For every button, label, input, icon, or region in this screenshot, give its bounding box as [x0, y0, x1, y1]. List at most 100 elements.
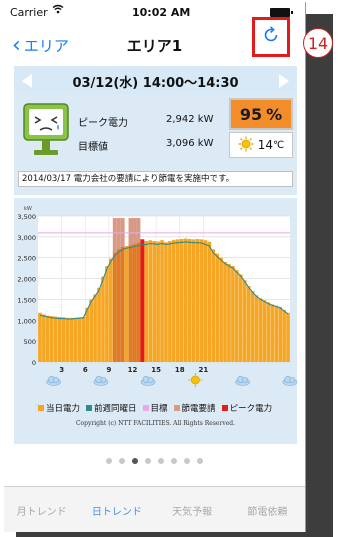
bar: [61, 317, 66, 362]
bar: [65, 317, 70, 362]
legend-swatch: [142, 405, 149, 411]
legend-item: 当日電力: [38, 402, 80, 414]
y-tick-label: 2,000: [17, 276, 36, 284]
legend-swatch: [38, 405, 44, 411]
bar: [172, 239, 176, 362]
chart-panel: 0 500 1,000 1,500 2,000 2,500 3,000 3,500 3 6 9 12 1…: [14, 198, 298, 444]
page-dot[interactable]: [197, 458, 203, 464]
bar: [132, 243, 137, 362]
bar: [242, 280, 247, 362]
bar: [211, 249, 216, 362]
bar: [183, 238, 188, 362]
page-dot[interactable]: [184, 458, 190, 464]
bar: [262, 300, 267, 362]
bar: [286, 312, 290, 362]
tab-weather-forecast[interactable]: 天気予報: [155, 503, 230, 518]
date-range: 03/12(水) 14:00～14:30: [72, 76, 239, 91]
legend-label: ピーク電力: [229, 404, 273, 414]
monitor-mascot-icon: [22, 102, 72, 168]
bar: [219, 257, 223, 362]
bar: [199, 239, 204, 362]
bar: [254, 295, 259, 362]
cloud-icon: [282, 376, 298, 386]
page-dot[interactable]: [106, 458, 112, 464]
y-tick-label: 500: [24, 338, 36, 346]
bar: [235, 270, 239, 362]
bar: [101, 276, 105, 362]
page-indicator[interactable]: [4, 458, 305, 464]
power-saving-notice: 2014/03/17 電力会社の要請により節電を実施中です。: [18, 171, 293, 187]
bar: [160, 240, 164, 362]
bar: [38, 312, 42, 362]
tab-power-saving-request[interactable]: 節電依頼: [230, 503, 305, 518]
y-tick-label: 1,500: [17, 296, 36, 304]
bar: [57, 316, 62, 362]
y-tick-label: 3,000: [17, 234, 36, 242]
refresh-icon: [261, 25, 281, 49]
bar: [246, 286, 251, 362]
bar: [195, 238, 200, 362]
y-tick-label: 3,500: [17, 213, 36, 221]
bar: [215, 253, 219, 362]
legend-item: 目標: [142, 402, 168, 414]
bar: [124, 246, 129, 362]
bar: [109, 258, 113, 362]
date-bar: 03/12(水) 14:00～14:30: [14, 66, 297, 95]
y-tick-label: 1,000: [17, 317, 36, 325]
bar: [112, 252, 117, 362]
x-tick-label: 18: [175, 366, 185, 374]
wifi-icon: [52, 4, 64, 17]
bar: [270, 304, 275, 362]
status-time: 10:02 AM: [132, 6, 191, 19]
bar: [89, 299, 93, 362]
tab-daily-trend[interactable]: 日トレンド: [79, 503, 154, 518]
bar: [152, 241, 156, 362]
peak-bar: [140, 239, 145, 362]
legend-label: 目標: [150, 404, 168, 414]
refresh-button[interactable]: [252, 17, 290, 57]
bar: [175, 239, 180, 362]
legend-item: 前週同曜日: [86, 402, 137, 414]
page-dot[interactable]: [119, 458, 125, 464]
page-dot[interactable]: [145, 458, 151, 464]
bar: [128, 245, 133, 362]
bar: [49, 316, 54, 362]
x-tick-label: 15: [151, 366, 161, 374]
bar: [46, 315, 50, 362]
y-tick-label: 0: [32, 359, 36, 367]
x-tick-label: 21: [199, 366, 209, 374]
x-tick-label: 12: [128, 366, 138, 374]
bar: [278, 306, 282, 362]
page-dot[interactable]: [132, 458, 138, 464]
bar: [191, 239, 196, 362]
next-period-button[interactable]: [279, 74, 289, 88]
usage-percent-unit: %: [266, 104, 283, 124]
tab-monthly-trend[interactable]: 月トレンド: [4, 503, 79, 518]
bar: [266, 302, 271, 362]
page-dot[interactable]: [158, 458, 164, 464]
bar: [282, 309, 286, 362]
temperature-unit: ℃: [273, 139, 285, 151]
bar: [179, 238, 184, 362]
bar: [207, 241, 212, 362]
bar: [105, 266, 109, 362]
legend-label: 節電要請: [181, 404, 216, 414]
bar: [227, 263, 231, 362]
bar: [116, 249, 121, 362]
legend-label: 前週同曜日: [94, 404, 137, 414]
bar: [53, 316, 58, 362]
legend-swatch: [86, 405, 93, 411]
bar: [223, 261, 227, 362]
bar: [238, 274, 243, 362]
copyright-text: Copyright (c) NTT FACILITIES. All Rights…: [75, 420, 236, 427]
page-dot[interactable]: [171, 458, 177, 464]
x-tick-label: 9: [106, 366, 111, 374]
carrier-label: Carrier: [10, 6, 48, 19]
bar: [73, 317, 78, 362]
bar: [77, 317, 82, 362]
bar: [85, 307, 90, 362]
cloud-icon: [235, 376, 250, 386]
bar: [81, 316, 86, 362]
bar: [168, 241, 172, 362]
target-label: 目標値: [78, 142, 108, 153]
